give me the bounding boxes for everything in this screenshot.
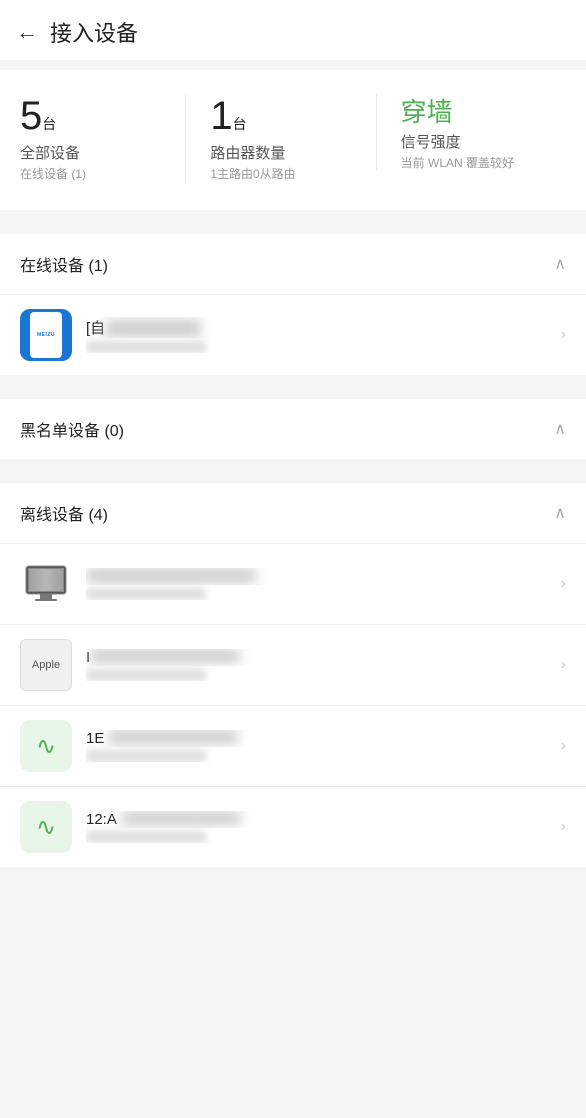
meizu-phone-graphic bbox=[30, 312, 62, 358]
section-offline-header[interactable]: 离线设备 (4) ∧ bbox=[0, 483, 586, 543]
stat-signal-strength: 穿墙 信号强度 当前 WLAN 覆盖较好 bbox=[376, 94, 566, 171]
monitor-svg bbox=[20, 562, 72, 606]
device-wifi1-name: 1E bbox=[86, 730, 553, 747]
stat-router-sublabel: 1主路由0从路由 bbox=[210, 165, 295, 182]
header: ← 接入设备 bbox=[0, 0, 586, 60]
apple-label: Apple bbox=[32, 659, 60, 671]
device-meizu-arrow: › bbox=[561, 326, 566, 344]
section-blacklist-header[interactable]: 黑名单设备 (0) ∧ bbox=[0, 399, 586, 459]
stat-router-label: 路由器数量 bbox=[210, 142, 285, 163]
device-monitor-info bbox=[86, 568, 553, 600]
back-button[interactable]: ← bbox=[16, 19, 38, 45]
stat-signal-label: 信号强度 bbox=[401, 131, 461, 152]
section-offline: 离线设备 (4) ∧ bbox=[0, 483, 586, 867]
page-title: 接入设备 bbox=[50, 16, 138, 48]
stat-all-devices: 5 台 全部设备 在线设备 (1) bbox=[20, 94, 185, 182]
section-online-title: 在线设备 (1) bbox=[20, 252, 108, 276]
device-wifi2-sub bbox=[86, 831, 553, 843]
section-blacklist-title: 黑名单设备 (0) bbox=[20, 417, 124, 441]
section-offline-title: 离线设备 (4) bbox=[20, 501, 108, 525]
device-meizu-name: [自 bbox=[86, 317, 553, 338]
device-wifi1-arrow: › bbox=[561, 737, 566, 755]
device-apple[interactable]: Apple I › bbox=[0, 624, 586, 705]
device-wifi1-info: 1E bbox=[86, 730, 553, 762]
device-monitor-arrow: › bbox=[561, 575, 566, 593]
stat-router-number: 1 bbox=[210, 94, 232, 138]
device-apple-icon: Apple bbox=[20, 639, 72, 691]
device-wifi2-arrow: › bbox=[561, 818, 566, 836]
device-monitor-sub bbox=[86, 588, 553, 600]
device-wifi2-icon: ∿ bbox=[20, 801, 72, 853]
stat-all-devices-unit: 台 bbox=[42, 114, 56, 134]
device-apple-arrow: › bbox=[561, 656, 566, 674]
stats-card: 5 台 全部设备 在线设备 (1) 1 台 路由器数量 1主路由0从路由 穿墙 … bbox=[0, 70, 586, 210]
device-wifi-2[interactable]: ∿ 12:A › bbox=[0, 786, 586, 867]
device-meizu-sub bbox=[86, 341, 553, 353]
section-online-chevron: ∧ bbox=[554, 254, 566, 274]
section-blacklist-chevron: ∧ bbox=[554, 419, 566, 439]
stat-all-devices-sublabel: 在线设备 (1) bbox=[20, 165, 86, 182]
device-wifi2-info: 12:A bbox=[86, 811, 553, 843]
device-wifi-1[interactable]: ∿ 1E › bbox=[0, 705, 586, 786]
section-blacklist: 黑名单设备 (0) ∧ bbox=[0, 399, 586, 459]
device-wifi1-sub bbox=[86, 750, 553, 762]
device-wifi1-icon: ∿ bbox=[20, 720, 72, 772]
wifi2-symbol: ∿ bbox=[36, 813, 56, 842]
device-apple-info: I bbox=[86, 649, 553, 681]
section-offline-chevron: ∧ bbox=[554, 503, 566, 523]
section-online-header[interactable]: 在线设备 (1) ∧ bbox=[0, 234, 586, 294]
device-monitor[interactable]: › bbox=[0, 543, 586, 624]
device-wifi2-name: 12:A bbox=[86, 811, 553, 828]
device-apple-name: I bbox=[86, 649, 553, 666]
stat-all-devices-number: 5 bbox=[20, 94, 42, 138]
stat-all-devices-label: 全部设备 bbox=[20, 142, 80, 163]
device-meizu-icon bbox=[20, 309, 72, 361]
stat-signal-number: 穿墙 bbox=[401, 98, 453, 127]
device-meizu-info: [自 bbox=[86, 317, 553, 353]
device-monitor-name bbox=[86, 568, 553, 585]
wifi1-symbol: ∿ bbox=[36, 732, 56, 761]
device-meizu[interactable]: [自 › bbox=[0, 294, 586, 375]
stat-router-unit: 台 bbox=[233, 114, 247, 134]
device-apple-sub bbox=[86, 669, 553, 681]
stat-signal-sublabel: 当前 WLAN 覆盖较好 bbox=[401, 154, 514, 171]
section-online: 在线设备 (1) ∧ [自 › bbox=[0, 234, 586, 375]
stat-router-count: 1 台 路由器数量 1主路由0从路由 bbox=[185, 94, 375, 182]
device-monitor-icon bbox=[20, 558, 72, 610]
